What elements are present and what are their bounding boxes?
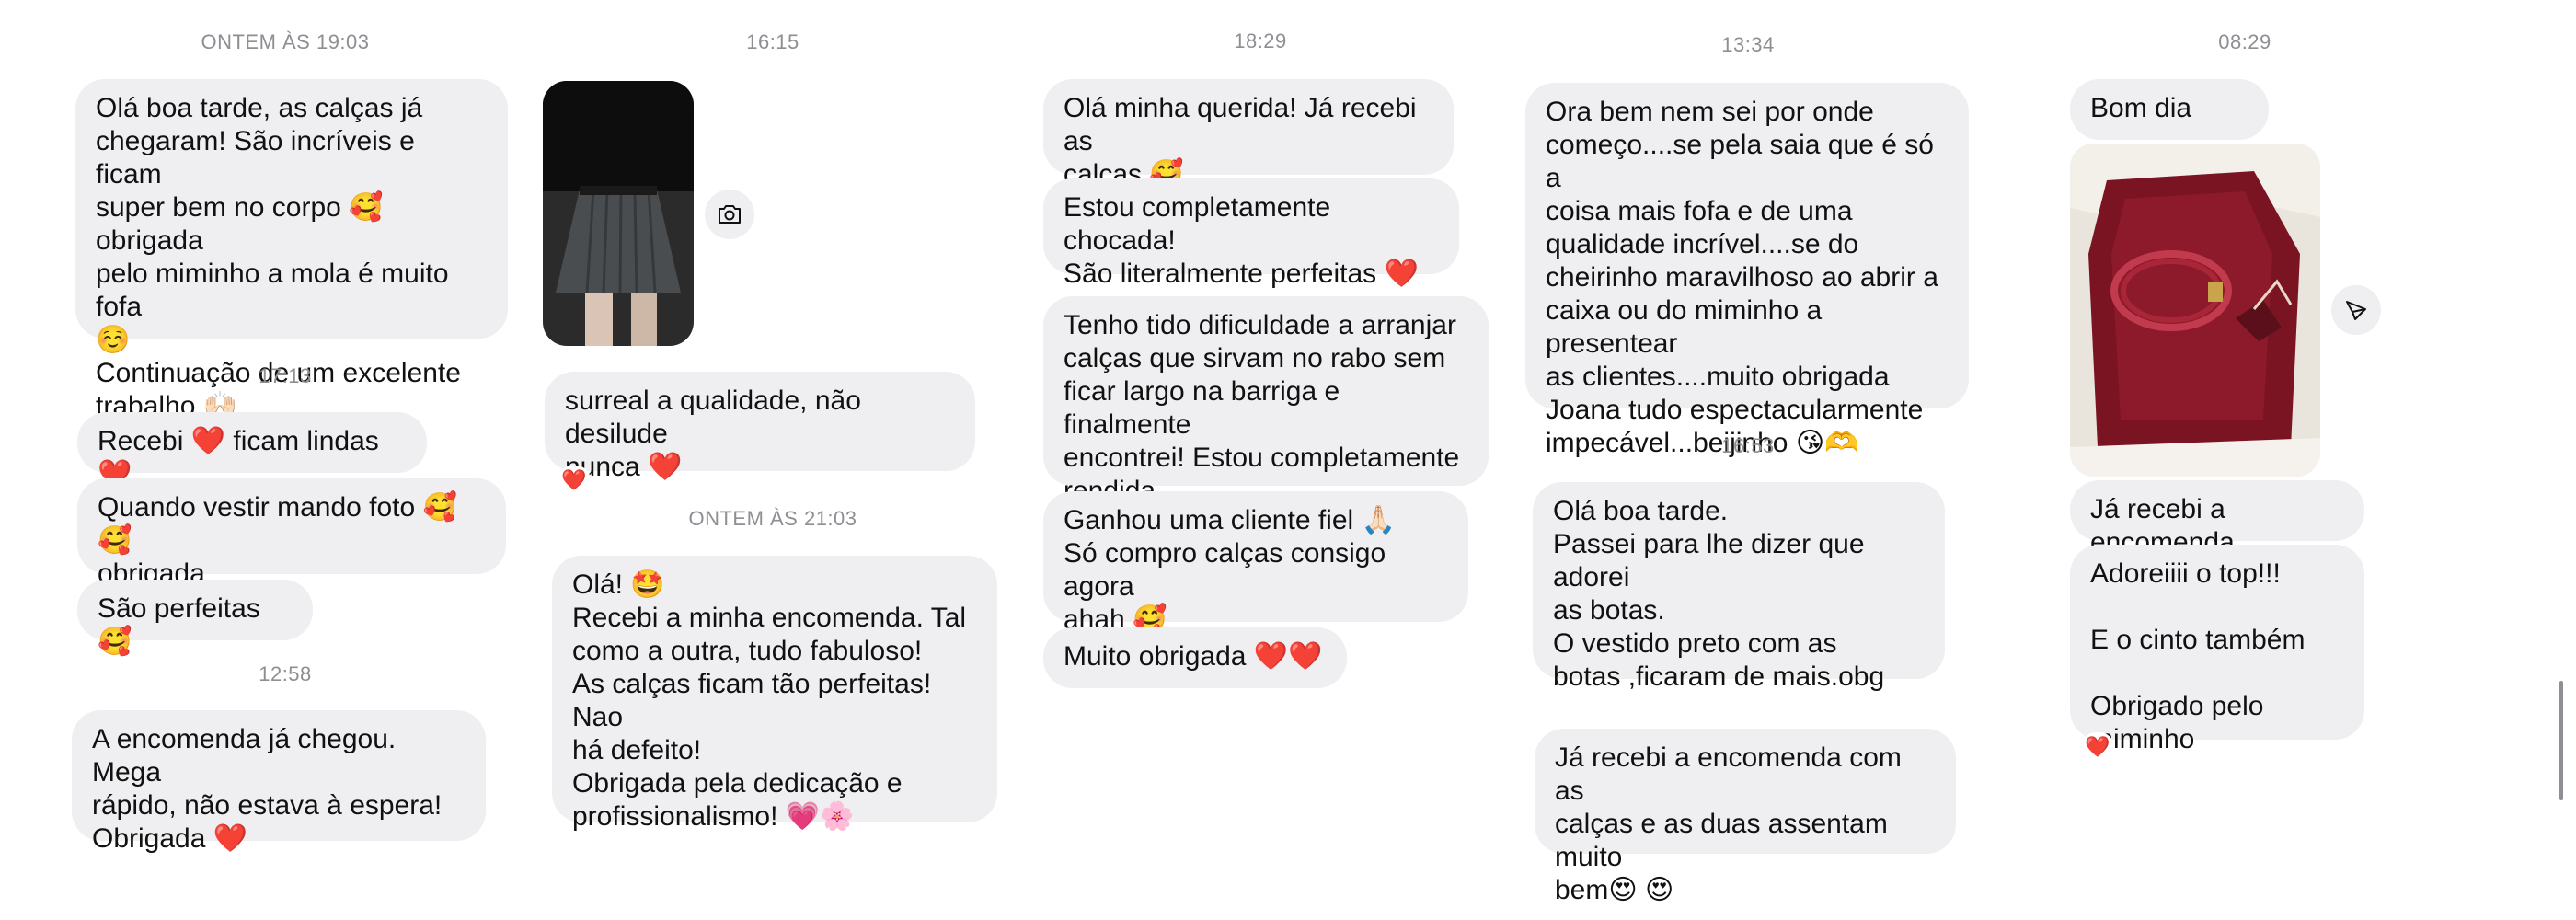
message-bubble[interactable]: surreal a qualidade, não desilude nunca … bbox=[545, 372, 975, 482]
message-bubble[interactable]: Ora bem nem sei por onde começo....se pe… bbox=[1525, 83, 1969, 458]
chat-column-1: ONTEM ÀS 19:03 Olá boa tarde, as calças … bbox=[0, 0, 534, 920]
heart-reaction[interactable]: ❤️ bbox=[2081, 732, 2114, 762]
message-bubble[interactable]: Olá boa tarde, as calças já chegaram! Sã… bbox=[75, 79, 508, 421]
timestamp: 16:15 bbox=[746, 30, 799, 53]
dress-belt-photo[interactable] bbox=[2070, 144, 2320, 477]
message-bubble[interactable]: Muito obrigada ❤️❤️ bbox=[1043, 627, 1347, 688]
message-bubble[interactable]: Olá boa tarde. Passei para lhe dizer que… bbox=[1533, 482, 1945, 692]
message-bubble[interactable]: Tenho tido dificuldade a arranjar calças… bbox=[1043, 296, 1489, 506]
message-bubble[interactable]: A encomenda já chegou. Mega rápido, não … bbox=[72, 710, 486, 854]
message-bubble[interactable]: Estou completamente chocada! São literal… bbox=[1043, 178, 1459, 289]
scrollbar[interactable] bbox=[2559, 681, 2563, 800]
camera-icon bbox=[719, 205, 741, 224]
message-bubble[interactable]: Já recebi a encomenda bbox=[2070, 480, 2364, 558]
share-photo-button[interactable] bbox=[2331, 285, 2381, 335]
chat-column-2: 16:15 surreal a qualidade, não desilude … bbox=[534, 0, 1012, 920]
message-bubble[interactable]: Bom dia bbox=[2070, 79, 2269, 140]
heart-reaction[interactable]: ❤️ bbox=[558, 466, 591, 495]
message-bubble[interactable]: Já recebi a encomenda com as calças e as… bbox=[1535, 729, 1956, 905]
timestamp: 08:29 bbox=[2218, 30, 2271, 53]
timestamp: 16:53 bbox=[1721, 434, 1775, 457]
skirt-photo-image bbox=[543, 81, 694, 346]
chat-screenshots-collage: ONTEM ÀS 19:03 Olá boa tarde, as calças … bbox=[0, 0, 2576, 920]
timestamp: ONTEM ÀS 21:03 bbox=[688, 507, 857, 530]
timestamp: ONTEM ÀS 19:03 bbox=[201, 30, 370, 53]
timestamp: 12:58 bbox=[259, 662, 312, 685]
chat-column-4: 13:34 Ora bem nem sei por onde começo...… bbox=[1509, 0, 1987, 920]
message-bubble[interactable]: Olá minha querida! Já recebi as calças 🥰 bbox=[1043, 79, 1454, 190]
message-bubble[interactable]: Olá! 🤩 Recebi a minha encomenda. Tal com… bbox=[552, 556, 997, 832]
message-bubble[interactable]: Adoreiiii o top!!! E o cinto também Obri… bbox=[2070, 545, 2364, 754]
view-photo-button[interactable] bbox=[705, 190, 754, 239]
timestamp: 17:13 bbox=[259, 364, 312, 387]
message-bubble[interactable]: Recebi ❤️ ficam lindas ❤️ bbox=[77, 412, 427, 489]
chat-column-5: 08:29 Bom dia Já recebi a encomenda Ador… bbox=[1996, 0, 2548, 920]
dress-belt-photo-image bbox=[2070, 144, 2320, 477]
send-icon bbox=[2346, 301, 2366, 320]
skirt-photo[interactable] bbox=[543, 81, 694, 346]
timestamp: 18:29 bbox=[1234, 29, 1287, 52]
timestamp: 13:34 bbox=[1721, 33, 1775, 56]
chat-column-3: 18:29 Olá minha querida! Já recebi as ca… bbox=[1021, 0, 1500, 920]
message-bubble[interactable]: São perfeitas 🥰 bbox=[77, 580, 313, 657]
message-bubble[interactable]: Quando vestir mando foto 🥰🥰 obrigada bbox=[77, 478, 506, 589]
message-bubble[interactable]: Ganhou uma cliente fiel 🙏🏻 Só compro cal… bbox=[1043, 491, 1468, 635]
